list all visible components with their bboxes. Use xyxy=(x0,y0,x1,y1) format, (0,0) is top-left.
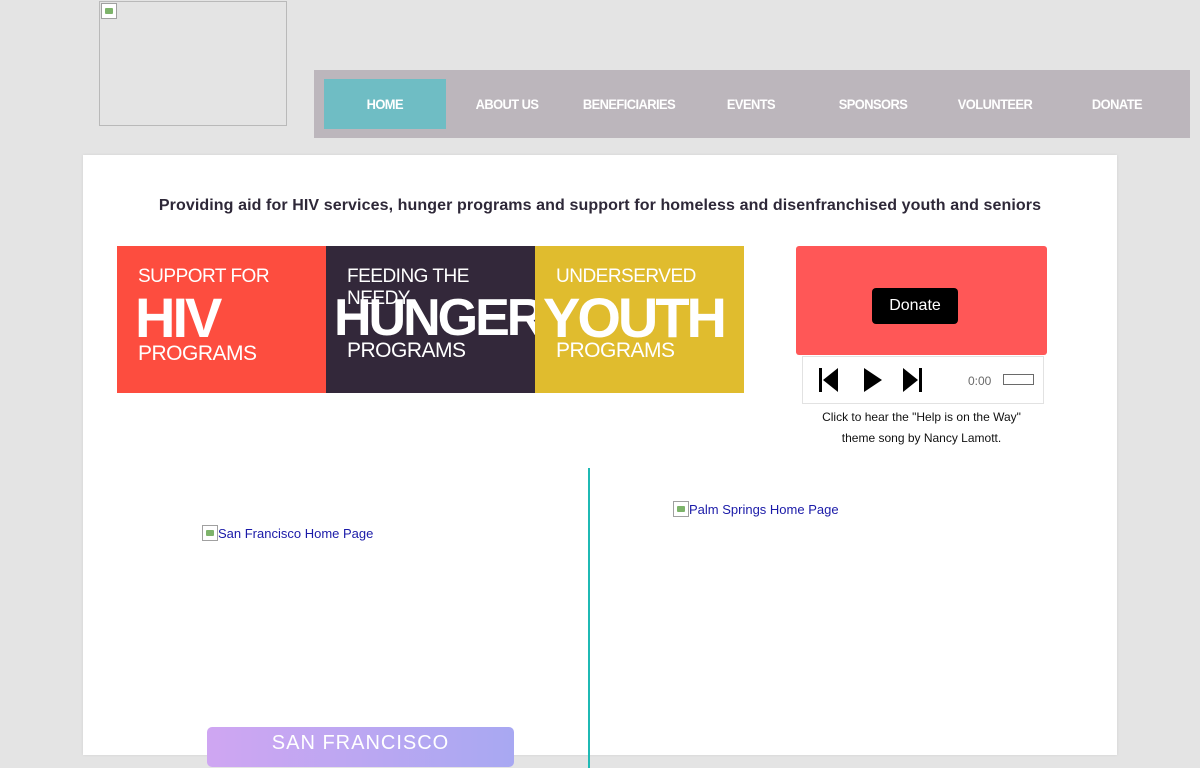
volume-slider[interactable] xyxy=(1003,374,1034,385)
tile-post: PROGRAMS xyxy=(347,339,466,362)
tagline: Providing aid for HIV services, hunger p… xyxy=(158,197,1042,214)
hiv-programs-tile: SUPPORT FOR HIV PROGRAMS xyxy=(117,246,326,393)
column-divider xyxy=(588,468,590,768)
tile-pre: SUPPORT FOR xyxy=(138,266,270,287)
nav-events[interactable]: EVENTS xyxy=(695,79,807,129)
nav-volunteer[interactable]: VOLUNTEER xyxy=(939,79,1051,129)
theme-song-caption: Click to hear the "Help is on the Way" t… xyxy=(796,407,1047,449)
tile-pre: UNDERSERVED xyxy=(556,266,696,287)
nav-beneficiaries[interactable]: BENEFICIARIES xyxy=(573,79,685,129)
san-francisco-button[interactable]: SAN FRANCISCO xyxy=(207,727,514,767)
caption-line-1: Click to hear the "Help is on the Way" xyxy=(822,410,1021,424)
palm-springs-alt-text: Palm Springs Home Page xyxy=(689,501,839,517)
hunger-programs-tile: FEEDING THE NEEDY HUNGER PROGRAMS xyxy=(326,246,535,393)
san-francisco-alt-text: San Francisco Home Page xyxy=(218,525,374,541)
skip-back-icon[interactable] xyxy=(817,367,839,398)
main-nav: HOME ABOUT US BENEFICIARIES EVENTS SPONS… xyxy=(314,70,1190,138)
donate-button[interactable]: Donate xyxy=(872,288,958,324)
youth-programs-tile: UNDERSERVED YOUTH PROGRAMS xyxy=(535,246,744,393)
skip-forward-icon[interactable] xyxy=(902,367,924,398)
play-icon[interactable] xyxy=(862,367,884,398)
audio-player: 0:00 xyxy=(802,356,1044,404)
donate-panel: Donate xyxy=(796,246,1047,355)
site-logo[interactable] xyxy=(99,1,287,126)
tile-post: PROGRAMS xyxy=(556,339,675,362)
tile-big: HIV xyxy=(135,286,222,349)
nav-home[interactable]: HOME xyxy=(324,79,446,129)
san-francisco-link[interactable]: San Francisco Home Page xyxy=(202,525,373,541)
palm-springs-link[interactable]: Palm Springs Home Page xyxy=(673,501,839,517)
tile-post: PROGRAMS xyxy=(138,342,257,365)
nav-about-us[interactable]: ABOUT US xyxy=(451,79,563,129)
broken-image-icon xyxy=(673,501,689,517)
nav-donate[interactable]: DONATE xyxy=(1061,79,1173,129)
playback-time: 0:00 xyxy=(968,374,992,388)
broken-image-icon xyxy=(101,3,117,19)
programs-banner: SUPPORT FOR HIV PROGRAMS FEEDING THE NEE… xyxy=(117,246,744,393)
caption-line-2: theme song by Nancy Lamott. xyxy=(841,431,1002,445)
content-card: Providing aid for HIV services, hunger p… xyxy=(83,155,1117,768)
nav-sponsors[interactable]: SPONSORS xyxy=(817,79,929,129)
broken-image-icon xyxy=(202,525,218,541)
